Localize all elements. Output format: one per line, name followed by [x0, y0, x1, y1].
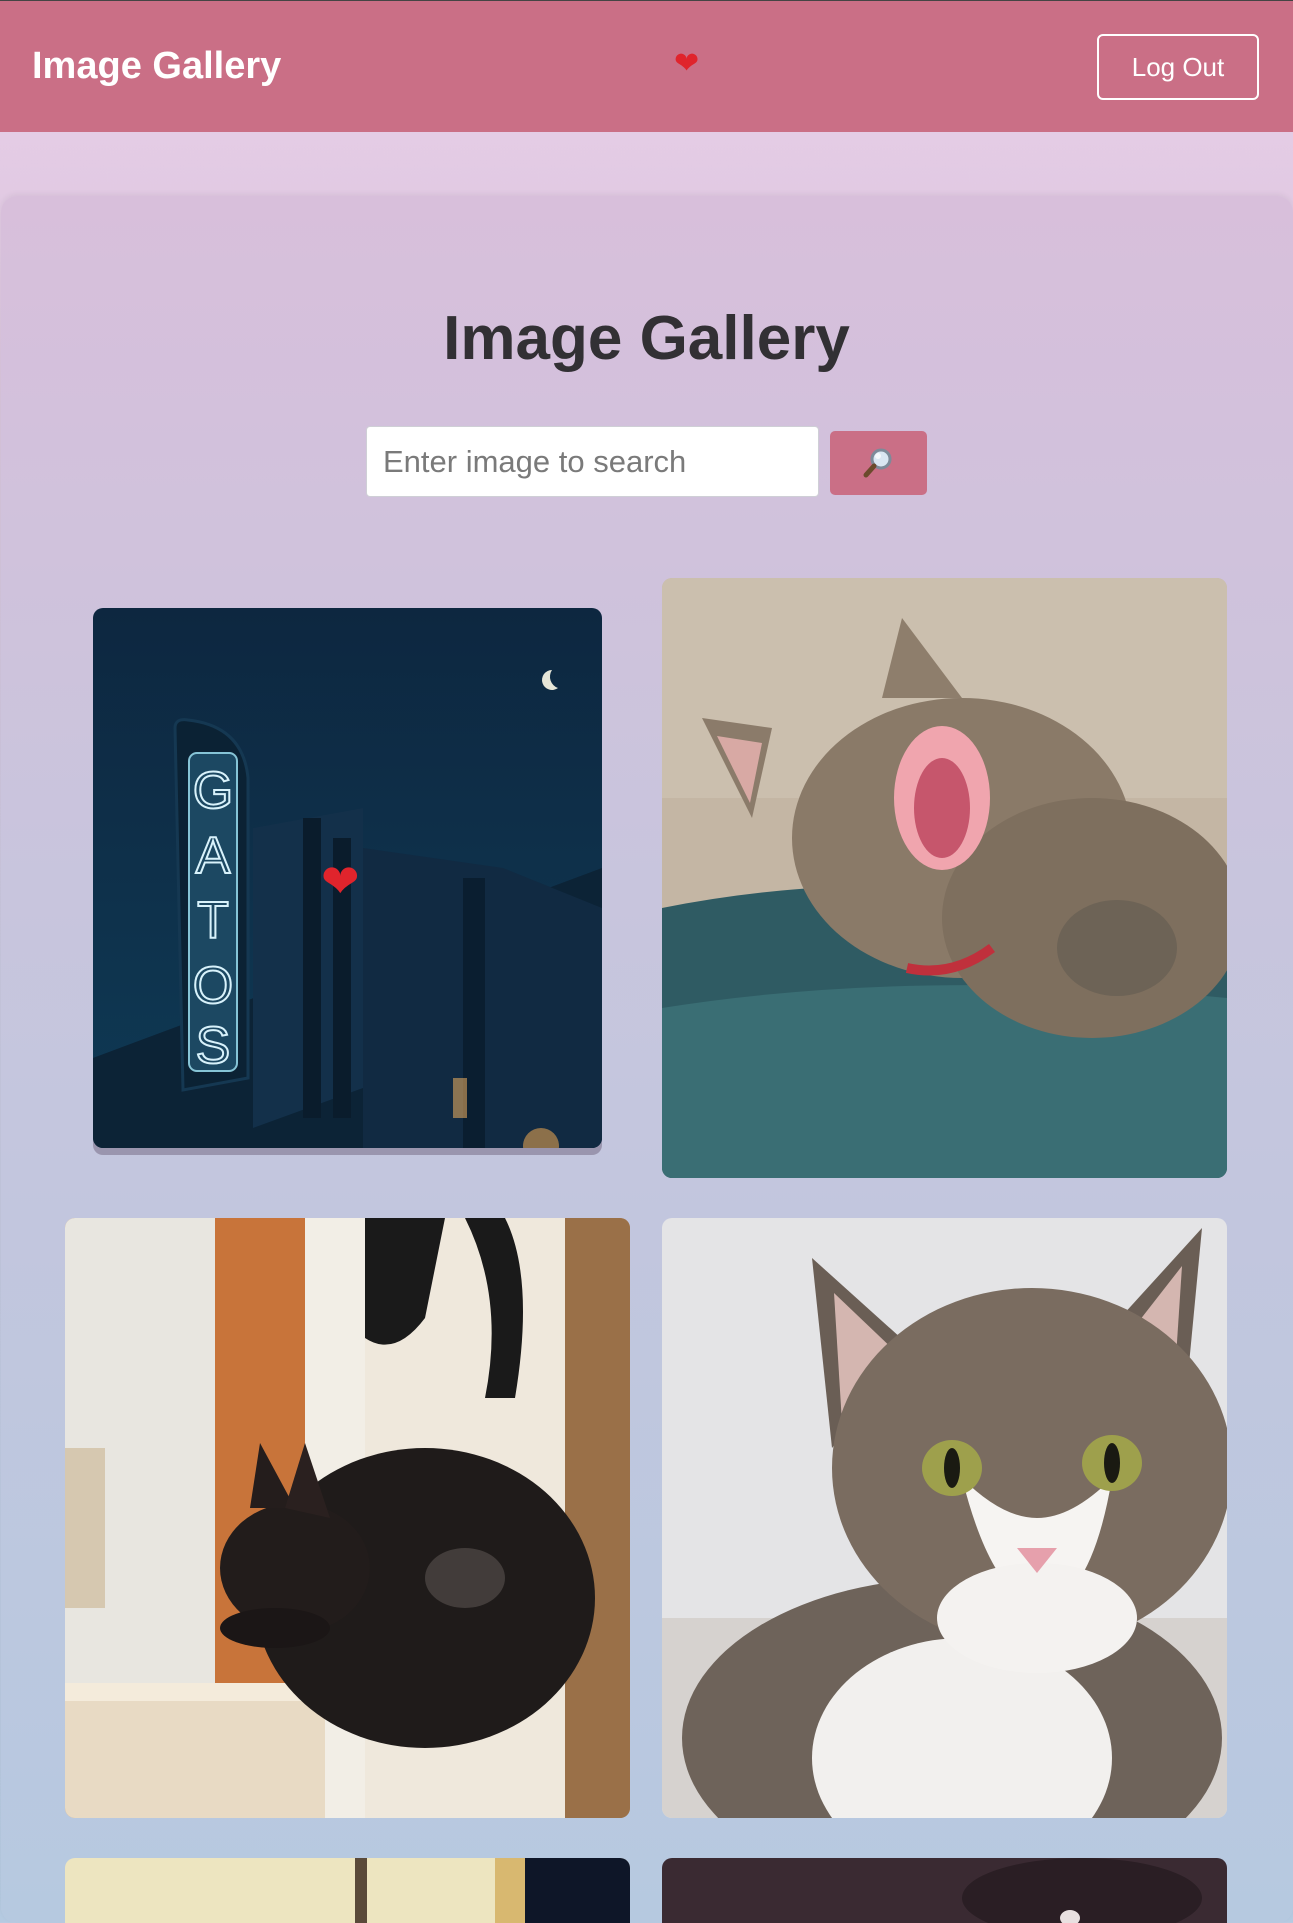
gallery-card[interactable] [662, 1218, 1227, 1818]
gallery-card[interactable] [662, 1858, 1227, 1923]
magnifier-icon [863, 448, 891, 478]
sign-letter: S [196, 1017, 231, 1075]
brand-title[interactable]: Image Gallery [32, 45, 281, 88]
gallery-card[interactable] [65, 1858, 630, 1923]
search-input[interactable] [366, 426, 819, 497]
navbar: Image Gallery ❤ Log Out [0, 1, 1293, 132]
page-title: Image Gallery [443, 304, 850, 373]
gallery-image [662, 1218, 1227, 1818]
sign-letter: G [193, 762, 233, 820]
gallery-image [662, 1858, 1227, 1923]
gallery-card[interactable]: G A T O S ❤ [93, 608, 602, 1148]
gallery-card[interactable] [662, 578, 1227, 1178]
heart-icon[interactable]: ❤ [674, 49, 699, 79]
gallery-image [65, 1858, 630, 1923]
sign-letter: T [197, 892, 229, 950]
gallery-card[interactable] [65, 1218, 630, 1818]
gallery-image [65, 1218, 630, 1818]
heart-icon[interactable]: ❤ [321, 858, 360, 904]
sign-letter: O [193, 957, 233, 1015]
sign-letter: A [196, 827, 231, 885]
logout-button[interactable]: Log Out [1097, 34, 1259, 100]
search-button[interactable] [830, 431, 927, 495]
gallery-image [662, 578, 1227, 1178]
